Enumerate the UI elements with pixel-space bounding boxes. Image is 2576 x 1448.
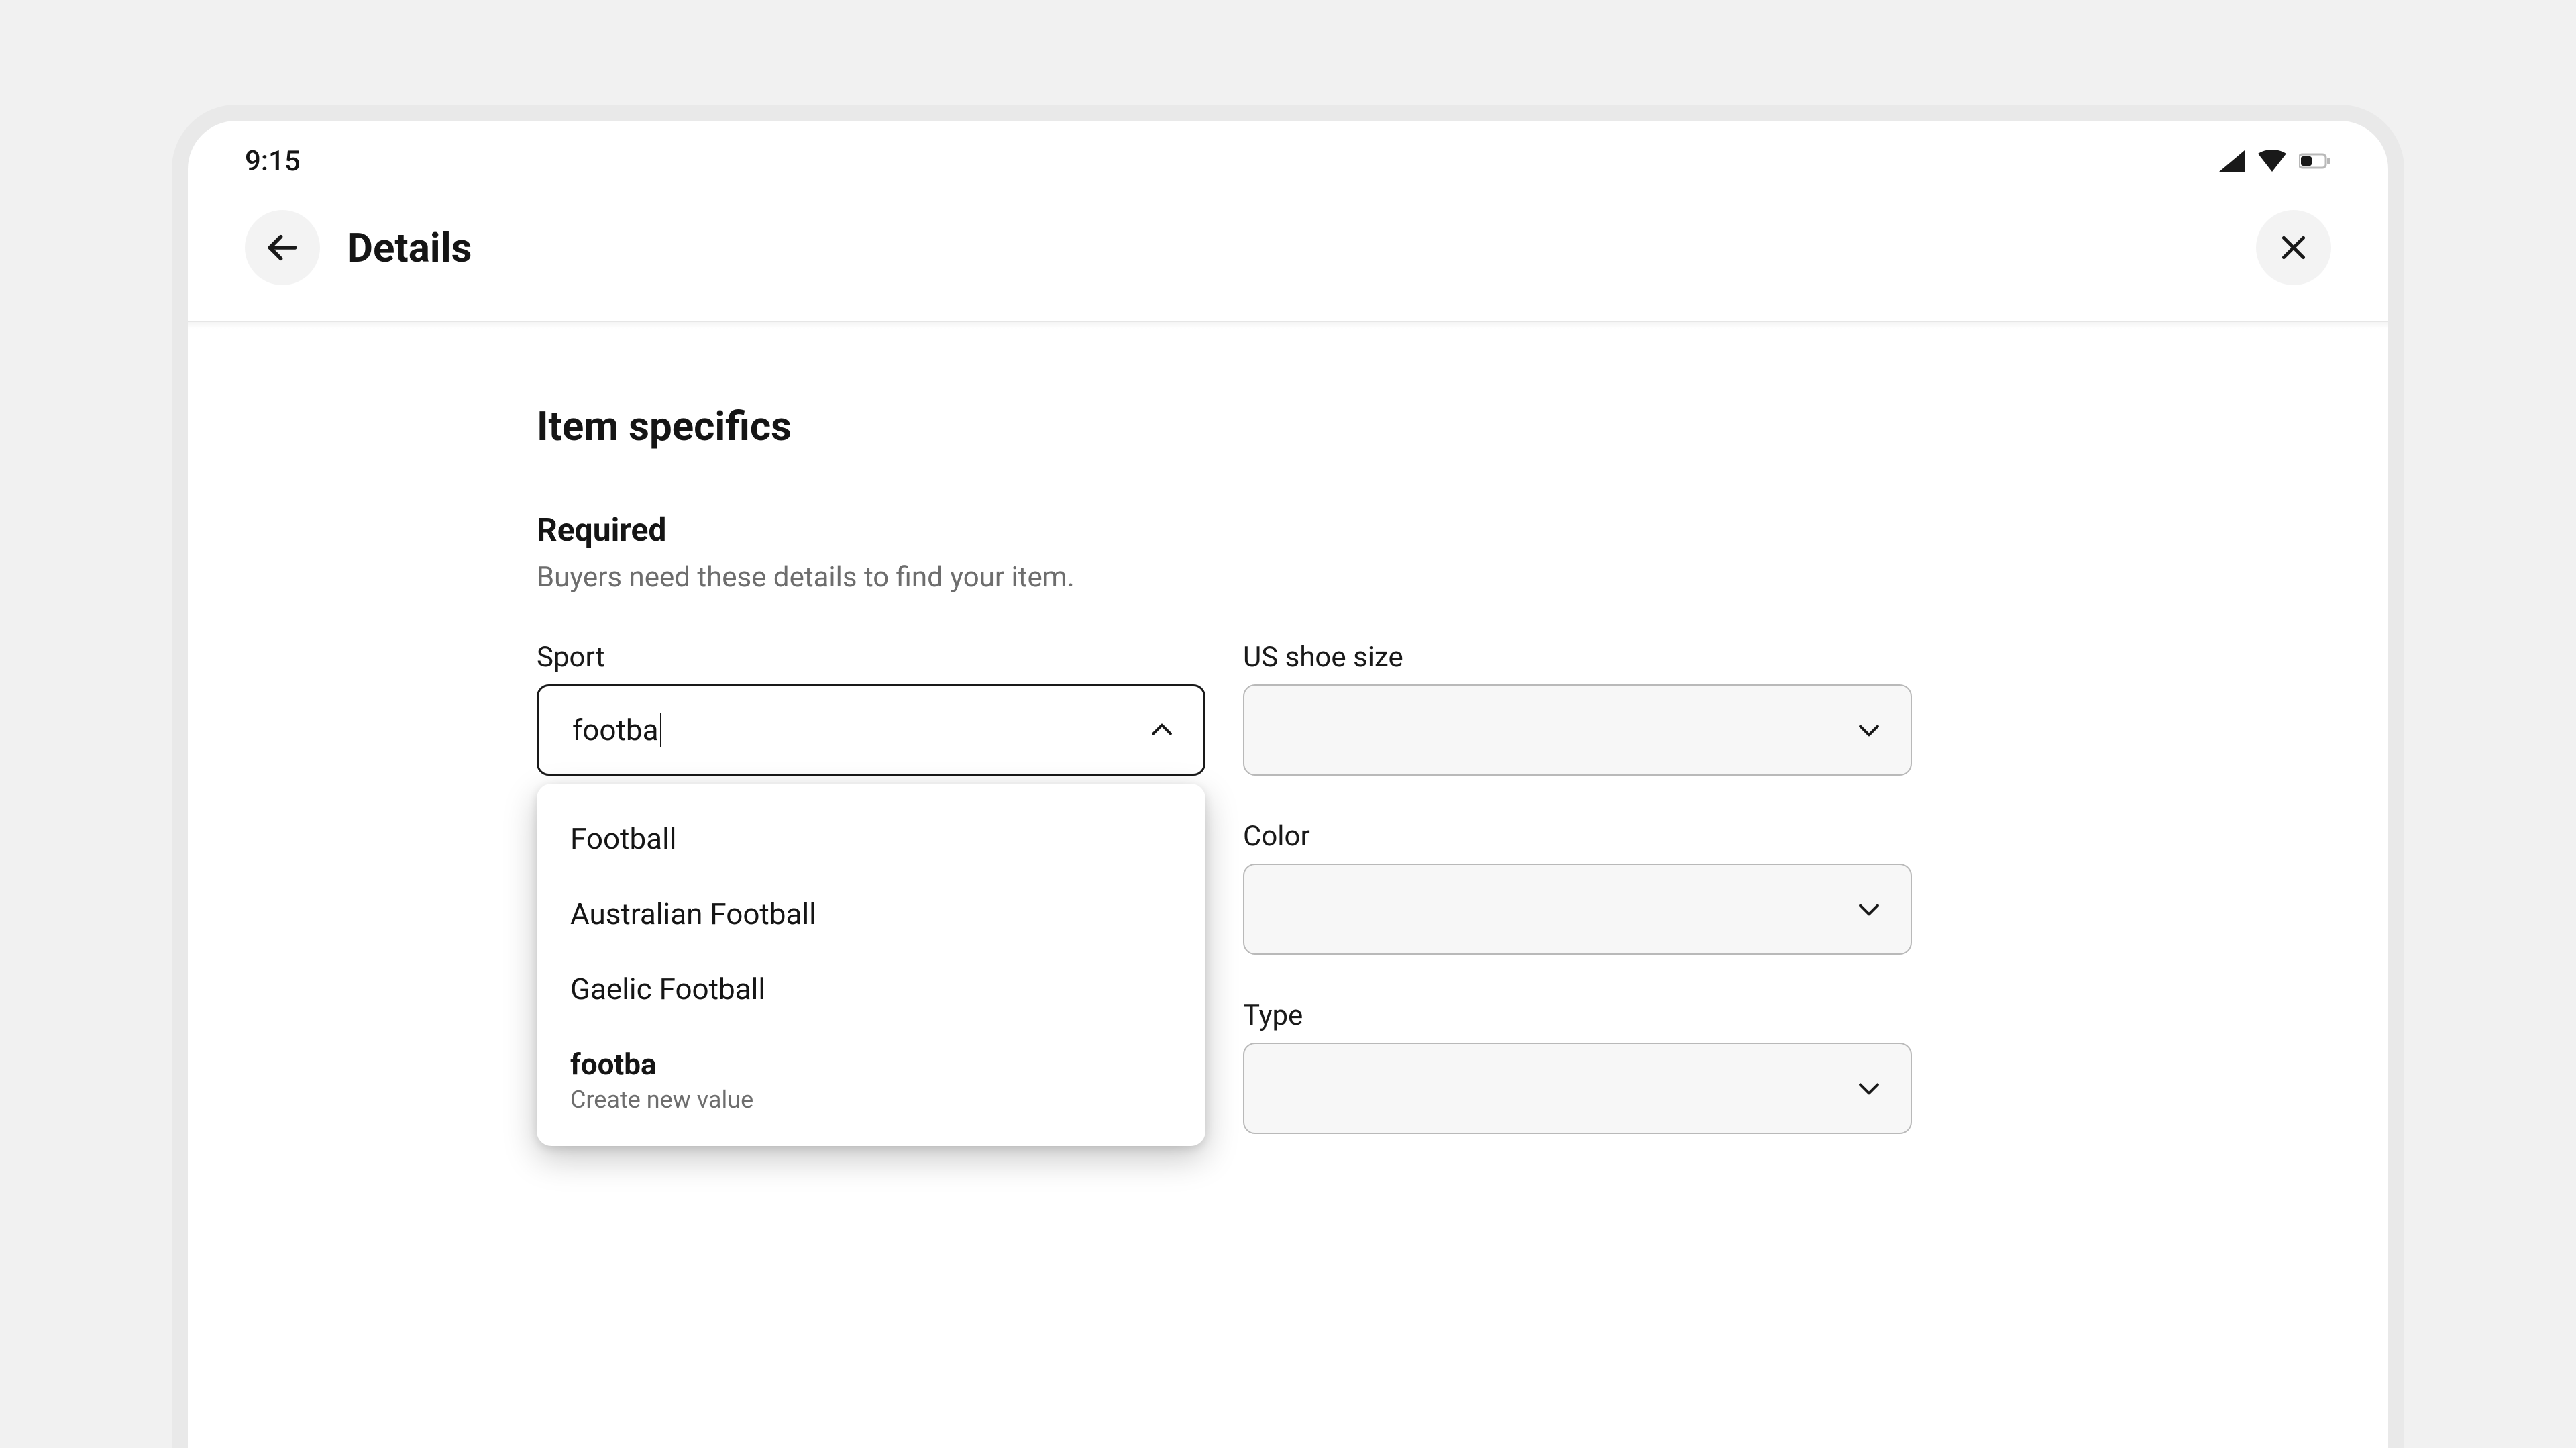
- sport-option[interactable]: Australian Football: [537, 876, 1205, 951]
- page-title: Details: [347, 224, 472, 272]
- close-icon: [2277, 231, 2310, 264]
- create-value-label: footba: [570, 1047, 657, 1082]
- wifi-icon: [2257, 150, 2287, 172]
- sport-option[interactable]: Football: [537, 801, 1205, 876]
- field-color: Color: [1243, 820, 1912, 955]
- us-shoe-size-select[interactable]: [1243, 684, 1912, 776]
- sport-option[interactable]: Gaelic Football: [537, 951, 1205, 1027]
- label-sport: Sport: [537, 641, 1205, 674]
- required-heading: Required: [537, 511, 2039, 549]
- sport-combobox[interactable]: footba Football Australian Football Gael…: [537, 684, 1205, 776]
- label-type: Type: [1243, 999, 1912, 1032]
- text-caret: [660, 713, 661, 747]
- sport-input-text: footba: [572, 713, 659, 747]
- color-select[interactable]: [1243, 864, 1912, 955]
- sport-dropdown: Football Australian Football Gaelic Foot…: [537, 784, 1205, 1146]
- page-header: Details: [188, 201, 2388, 322]
- close-button[interactable]: [2256, 210, 2331, 285]
- battery-icon: [2299, 152, 2331, 170]
- chevron-down-icon: [1854, 1074, 1884, 1103]
- chevron-down-icon: [1854, 894, 1884, 924]
- label-us-shoe-size: US shoe size: [1243, 641, 1912, 674]
- app-window: 9:15 Details Item specifics Required: [188, 121, 2388, 1448]
- back-button[interactable]: [245, 210, 320, 285]
- arrow-left-icon: [264, 229, 301, 266]
- field-type: Type: [1243, 999, 1912, 1134]
- label-color: Color: [1243, 820, 1912, 853]
- sport-option-create[interactable]: footba Create new value: [537, 1027, 1205, 1134]
- content: Item specifics Required Buyers need thes…: [188, 322, 2388, 1134]
- field-us-shoe-size: US shoe size: [1243, 641, 1912, 776]
- create-value-sub: Create new value: [570, 1086, 1172, 1114]
- chevron-down-icon: [1854, 715, 1884, 745]
- status-time: 9:15: [245, 145, 301, 178]
- sport-input-box[interactable]: footba: [537, 684, 1205, 776]
- cellular-icon: [2218, 150, 2245, 172]
- status-bar: 9:15: [188, 121, 2388, 201]
- section-title: Item specifics: [537, 403, 2039, 450]
- field-sport: Sport footba Football Australian Footbal…: [537, 641, 1205, 776]
- chevron-up-icon: [1147, 715, 1177, 745]
- required-hint: Buyers need these details to find your i…: [537, 561, 2039, 594]
- status-icons: [2218, 150, 2331, 172]
- type-select[interactable]: [1243, 1043, 1912, 1134]
